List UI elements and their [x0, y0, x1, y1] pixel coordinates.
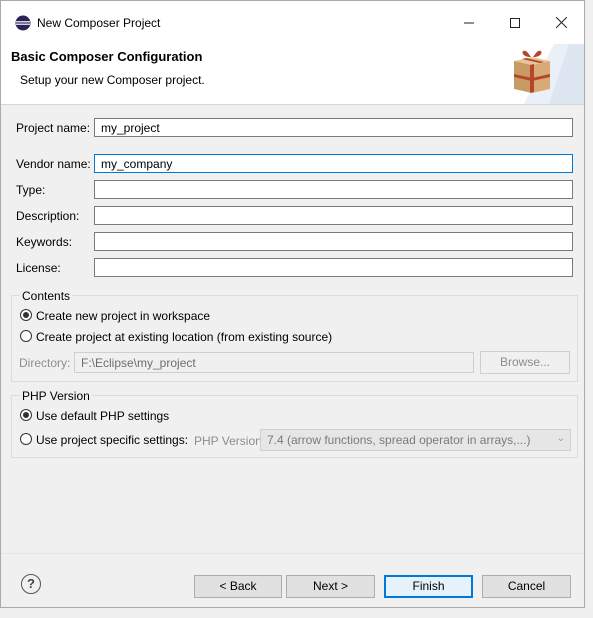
keywords-label: Keywords: [16, 235, 73, 249]
project-name-input[interactable] [94, 118, 573, 137]
browse-button[interactable]: Browse... [480, 351, 570, 374]
eclipse-icon [15, 15, 31, 31]
php-version-label: PHP Version: [194, 434, 266, 448]
close-icon [555, 17, 567, 28]
type-label: Type: [16, 183, 46, 197]
button-bar-separator [1, 553, 584, 554]
radio-project-specific-php[interactable] [20, 433, 32, 445]
page-subtitle: Setup your new Composer project. [20, 73, 205, 87]
minimize-icon [464, 22, 474, 23]
cancel-button[interactable]: Cancel [482, 575, 571, 598]
finish-button[interactable]: Finish [384, 575, 473, 598]
radio-default-php-label[interactable]: Use default PHP settings [36, 409, 169, 423]
php-version-group-title: PHP Version [20, 389, 92, 403]
package-icon [514, 50, 550, 93]
radio-create-in-workspace-label[interactable]: Create new project in workspace [36, 309, 210, 323]
back-button[interactable]: < Back [194, 575, 282, 598]
radio-project-specific-php-label[interactable]: Use project specific settings: [36, 433, 188, 447]
page-title: Basic Composer Configuration [11, 49, 203, 64]
project-name-label: Project name: [16, 121, 91, 135]
next-button[interactable]: Next > [286, 575, 375, 598]
type-input[interactable] [94, 180, 573, 199]
description-label: Description: [16, 209, 80, 223]
wizard-banner: Basic Composer Configuration Setup your … [1, 44, 584, 105]
php-version-select[interactable]: 7.4 (arrow functions, spread operator in… [260, 429, 571, 451]
vendor-name-input[interactable] [94, 154, 573, 173]
php-version-value: 7.4 (arrow functions, spread operator in… [267, 433, 531, 447]
help-icon[interactable]: ? [21, 574, 41, 594]
title-bar[interactable]: New Composer Project [1, 1, 584, 44]
contents-group-title: Contents [20, 289, 73, 303]
vendor-name-label: Vendor name: [16, 157, 91, 171]
new-composer-project-dialog: New Composer Project Basic Composer Conf… [0, 0, 585, 608]
window-title: New Composer Project [37, 16, 161, 30]
maximize-icon [510, 17, 520, 28]
description-input[interactable] [94, 206, 573, 225]
license-label: License: [16, 261, 61, 275]
close-button[interactable] [538, 1, 584, 44]
radio-existing-location-label[interactable]: Create project at existing location (fro… [36, 330, 332, 344]
directory-label: Directory: [19, 356, 71, 370]
chevron-down-icon: ⌄ [556, 433, 565, 444]
directory-input[interactable]: F:\Eclipse\my_project [74, 352, 474, 373]
minimize-button[interactable] [446, 1, 492, 44]
radio-create-in-workspace[interactable] [20, 309, 32, 321]
keywords-input[interactable] [94, 232, 573, 251]
radio-default-php[interactable] [20, 409, 32, 421]
radio-existing-location[interactable] [20, 330, 32, 342]
maximize-button[interactable] [492, 1, 538, 44]
license-input[interactable] [94, 258, 573, 277]
